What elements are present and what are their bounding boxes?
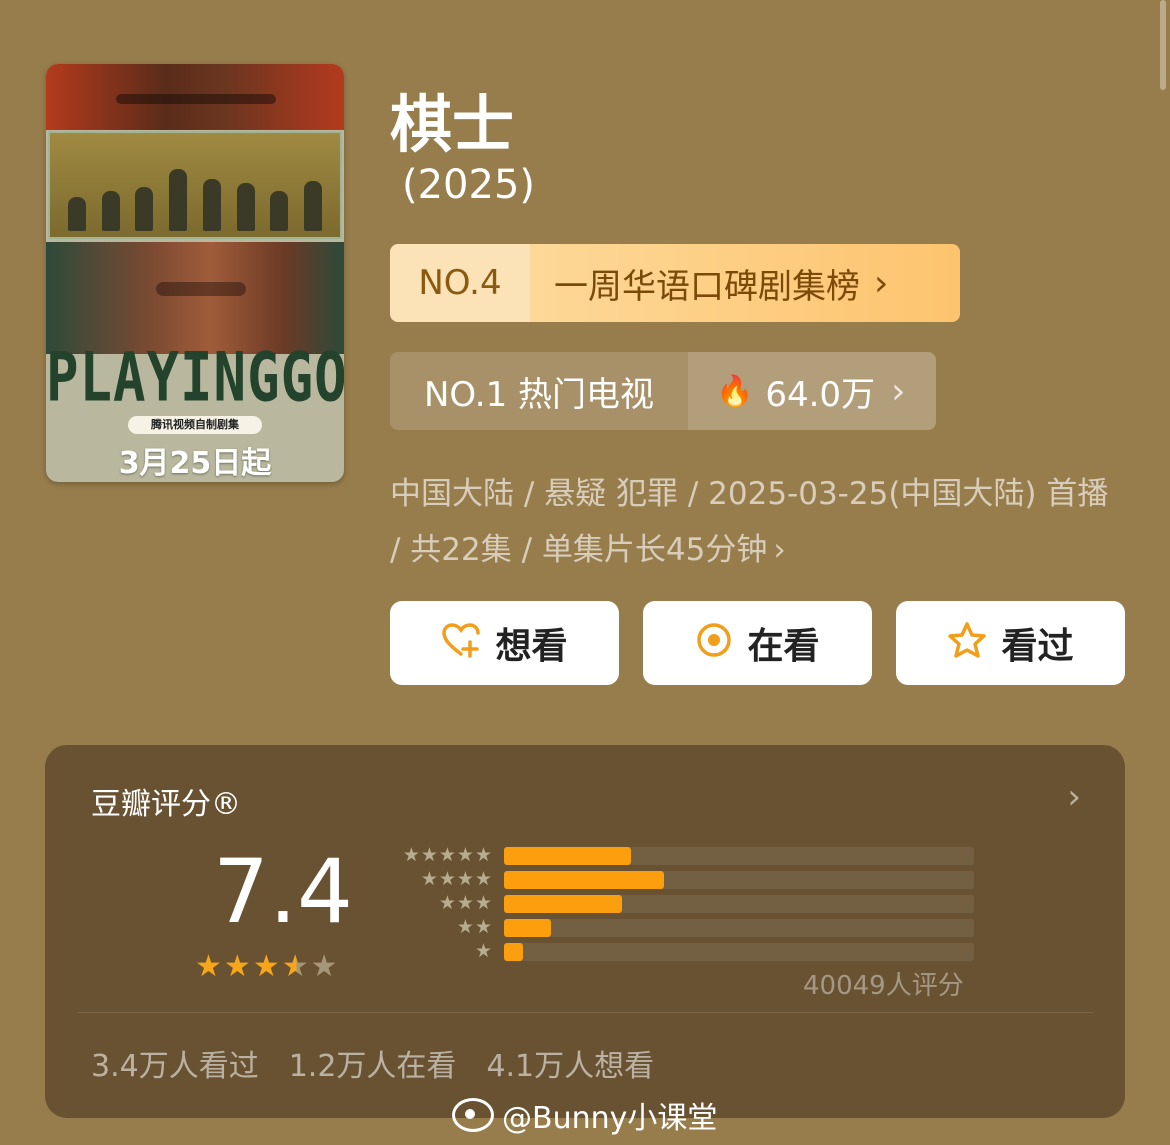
show-meta-info[interactable]: 中国大陆 / 悬疑 犯罪 / 2025-03-25(中国大陆) 首播 / 共22… [390, 466, 1120, 578]
show-year: (2025) [402, 162, 536, 208]
bar-track [504, 919, 974, 937]
watched-label: 看过 [1001, 626, 1074, 667]
bar-stars-label: ★ [474, 940, 493, 962]
rating-count: 40049人评分 [803, 971, 964, 1001]
hot-tv-label: NO.1 热门电视 [390, 352, 688, 430]
rating-header: 豆瓣评分® [91, 787, 241, 822]
divider [77, 1012, 1093, 1013]
bar-fill [504, 871, 664, 889]
douban-rating-card[interactable]: 豆瓣评分® › 7.4 ★★★★★ ★★★★★ ★★★★ ★★★ ★★ ★ 40049人… [45, 745, 1125, 1118]
rating-score: 7.4 [213, 840, 353, 943]
show-title: 棋士 [390, 88, 515, 161]
chevron-right-icon: › [874, 262, 889, 304]
bar-stars-label: ★★★★ [420, 868, 493, 890]
bar-fill [504, 895, 622, 913]
poster-title-art: PLAYINGGO [46, 338, 344, 417]
heat-value: 64.0万 [765, 374, 876, 415]
poster-tagline: 腾讯视频自制剧集 [128, 416, 262, 434]
bar-stars-label: ★★ [456, 916, 493, 938]
bar-track [504, 871, 974, 889]
bar-fill [504, 919, 551, 937]
star-outline-icon [947, 621, 987, 665]
bar-track [504, 847, 974, 865]
stat-watching: 1.2万人在看 [288, 1049, 457, 1084]
flame-icon: 🔥 [716, 373, 754, 409]
want-to-watch-label: 想看 [495, 626, 568, 667]
poster-image[interactable]: PLAYINGGO 腾讯视频自制剧集 3月25日起 [46, 64, 344, 482]
rating-stars: ★★★★★ [195, 949, 340, 984]
action-buttons: 想看 在看 看过 [390, 601, 1125, 685]
watermark-text: @Bunny小课堂 [502, 1101, 718, 1136]
watch-stats: 3.4万人看过 1.2万人在看 4.1万人想看 [91, 1041, 654, 1085]
star-icon: ★ [223, 949, 253, 984]
chevron-right-icon: › [773, 532, 786, 568]
bar-track [504, 943, 974, 961]
target-circle-icon [695, 621, 733, 665]
bar-track [504, 895, 974, 913]
watermark: @Bunny小课堂 [452, 1093, 717, 1137]
poster-release-date: 3月25日起 [118, 446, 272, 481]
star-icon: ★ [310, 949, 340, 984]
want-to-watch-button[interactable]: 想看 [390, 601, 619, 685]
heart-plus-icon [441, 622, 481, 664]
stat-want: 4.1万人想看 [486, 1049, 655, 1084]
poster-cast-band [48, 131, 342, 239]
rank-number: NO.4 [390, 244, 530, 322]
meta-text: 中国大陆 / 悬疑 犯罪 / 2025-03-25(中国大陆) 首播 / 共22… [390, 476, 1109, 568]
poster-eyes [116, 94, 276, 104]
weibo-logo-icon [452, 1098, 494, 1132]
rank-label: 一周华语口碑剧集榜 [554, 266, 860, 307]
chevron-right-icon: › [891, 370, 906, 412]
watching-label: 在看 [747, 626, 820, 667]
rank-badge-hot-tv[interactable]: NO.1 热门电视 🔥 64.0万 › [390, 352, 936, 430]
bar-fill [504, 847, 631, 865]
rank-badge-word-of-mouth[interactable]: NO.4 一周华语口碑剧集榜 › [390, 244, 960, 322]
bar-stars-label: ★★★ [438, 892, 493, 914]
bar-stars-label: ★★★★★ [402, 844, 493, 866]
watched-button[interactable]: 看过 [896, 601, 1125, 685]
half-star-icon: ★ [281, 949, 311, 984]
chevron-right-icon[interactable]: › [1067, 777, 1081, 817]
star-icon: ★ [195, 949, 224, 984]
stat-watched: 3.4万人看过 [91, 1049, 259, 1084]
watching-button[interactable]: 在看 [643, 601, 872, 685]
bar-fill [504, 943, 523, 961]
star-icon: ★ [252, 949, 282, 984]
scrollbar[interactable] [1160, 0, 1166, 90]
